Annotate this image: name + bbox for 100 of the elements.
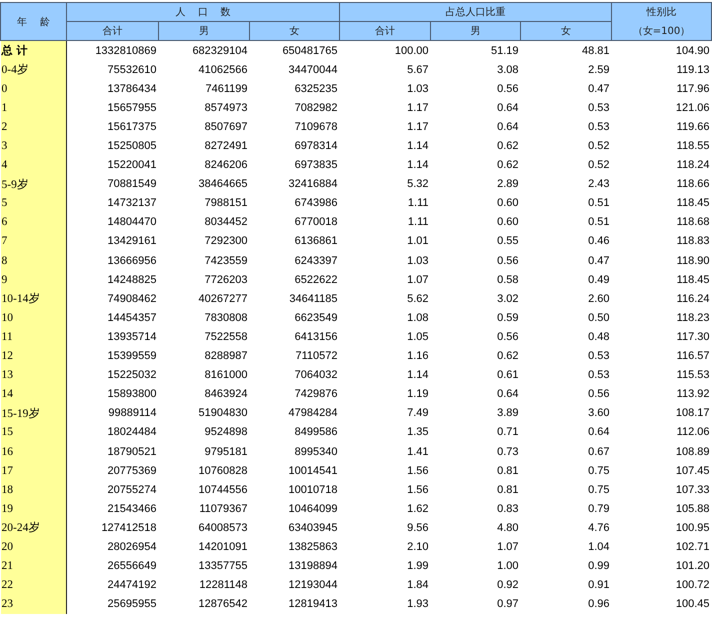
- row-header: 13: [0, 366, 66, 385]
- row-header: 10: [0, 308, 66, 328]
- table-cell-text: 8574973: [204, 100, 248, 116]
- table-cell: 28026954: [66, 537, 158, 557]
- table-cell-text: 1.14: [406, 158, 430, 174]
- table-cell-text: 1.11: [406, 215, 430, 230]
- table-cell-text: 8499586: [294, 425, 338, 440]
- table-cell-text: 0.53: [587, 349, 611, 364]
- table-cell-text: 2.59: [587, 62, 611, 78]
- table-cell-text: 6522622: [294, 272, 338, 288]
- table-cell-text: 7110572: [294, 349, 338, 364]
- table-cell-text: 2.43: [587, 177, 611, 192]
- table-cell: 24474192: [66, 576, 158, 595]
- table-cell-text: 8161000: [204, 368, 248, 384]
- table-cell-text: 0.47: [587, 254, 611, 269]
- table-cell-text: 1.56: [406, 464, 430, 479]
- table-cell-text: 1.01: [406, 234, 430, 250]
- table-cell-text: 0.60: [496, 196, 520, 212]
- row-header: 19: [0, 499, 66, 518]
- table-cell-text: 116.24: [676, 292, 710, 307]
- table-cell: 74908462: [66, 289, 158, 308]
- table-cell-text: 40267277: [198, 292, 248, 307]
- row-header: 9: [0, 270, 66, 290]
- table-cell: 75532610: [66, 60, 158, 80]
- table-cell-text: 63403945: [288, 520, 338, 536]
- table-cell-text: 0.64: [496, 120, 520, 135]
- table-cell: 18024484: [66, 422, 158, 442]
- table-cell-text: 6770018: [294, 215, 338, 230]
- table-cell: 100.00: [340, 40, 430, 60]
- table-cell-text: 7726203: [204, 272, 248, 288]
- table-cell-text: 118.90: [676, 254, 710, 269]
- table-cell: 14454357: [66, 308, 158, 328]
- table-cell-text: 2.89: [496, 177, 520, 192]
- table-cell-text: 1.04: [587, 540, 611, 555]
- table-cell-text: 117.30: [676, 330, 710, 345]
- row-header: 1: [0, 98, 66, 118]
- table-cell-text: 1.17: [406, 120, 430, 135]
- table-cell: 15399559: [66, 346, 158, 366]
- table-cell-text: 115.53: [676, 368, 710, 384]
- row-header: 4: [0, 156, 66, 175]
- table-cell-text: 32416884: [288, 177, 338, 192]
- table-cell-text: 7292300: [204, 234, 248, 250]
- table-cell-text: 6973835: [294, 158, 338, 174]
- table-cell-text: 7461199: [204, 82, 248, 97]
- table-cell-text: 12819413: [288, 597, 338, 612]
- table-cell-text: 0.83: [496, 502, 520, 517]
- table-cell: 15220041: [66, 156, 158, 175]
- row-header: 6: [0, 212, 66, 232]
- table-cell-text: 0.67: [587, 444, 611, 460]
- table-cell-text: 14201091: [198, 540, 248, 555]
- table-cell-text: 118.55: [676, 139, 710, 154]
- table-cell-text: 10744556: [198, 482, 248, 498]
- table-cell-text: 112.06: [676, 425, 710, 440]
- table-cell-text: 100.95: [674, 520, 710, 536]
- table-cell: 15225032: [66, 366, 158, 385]
- table-cell-text: 8272491: [204, 139, 248, 154]
- table-cell: 99889114: [66, 404, 158, 423]
- table-cell-text: 1.14: [406, 368, 430, 384]
- table-cell: 13786434: [66, 79, 158, 98]
- table-cell-text: 1.35: [406, 425, 430, 440]
- column-header: 合计: [340, 22, 430, 40]
- table-cell-text: 107.45: [674, 464, 710, 479]
- table-cell-text: 1.03: [406, 254, 430, 269]
- table-cell-text: 118.68: [676, 215, 710, 230]
- table-cell-text: 12876542: [198, 597, 248, 612]
- table-cell-text: 0.52: [587, 139, 611, 154]
- table-cell-text: 38464665: [198, 177, 248, 192]
- table-cell-text: 8034452: [204, 215, 248, 230]
- table-cell-text: 0.62: [496, 349, 520, 364]
- table-cell-text: 6743986: [294, 196, 338, 212]
- table-cell-text: 1.08: [406, 310, 430, 326]
- table-cell: 48.81: [520, 40, 612, 60]
- table-cell: 15250805: [66, 136, 158, 156]
- table-cell-text: 4.80: [496, 520, 520, 536]
- table-cell-text: 10014541: [288, 464, 338, 479]
- column-header: 性别比: [612, 2, 712, 22]
- table-cell-text: 0.99: [587, 559, 611, 574]
- table-cell-text: 1.05: [406, 330, 430, 345]
- table-cell-text: 0.56: [496, 82, 520, 97]
- table-cell-text: 0.53: [587, 120, 611, 135]
- table-cell-text: 3.89: [496, 406, 520, 422]
- table-cell-text: 1.56: [406, 482, 430, 498]
- row-header: 23: [0, 594, 66, 614]
- table-cell-text: 1.03: [406, 82, 430, 97]
- table-cell-text: 0.53: [587, 368, 611, 384]
- table-cell-text: 0.56: [496, 330, 520, 345]
- table-cell-text: 0.51: [587, 215, 611, 230]
- table-cell-text: 5.32: [406, 177, 430, 192]
- table-cell-text: 10010718: [288, 482, 338, 498]
- table-cell-text: 119.66: [676, 120, 710, 135]
- table-cell-text: 6325235: [294, 82, 338, 97]
- table-cell-text: 1.00: [496, 559, 520, 574]
- table-cell-text: 11079367: [198, 502, 248, 517]
- row-header: 7: [0, 232, 66, 252]
- table-cell-text: 1.41: [406, 444, 430, 460]
- table-cell-text: 108.17: [674, 406, 710, 422]
- table-cell-text: 0.81: [496, 464, 520, 479]
- table-cell: 18790521: [66, 442, 158, 462]
- table-cell: 15617375: [66, 117, 158, 136]
- table-cell: 14804470: [66, 212, 158, 232]
